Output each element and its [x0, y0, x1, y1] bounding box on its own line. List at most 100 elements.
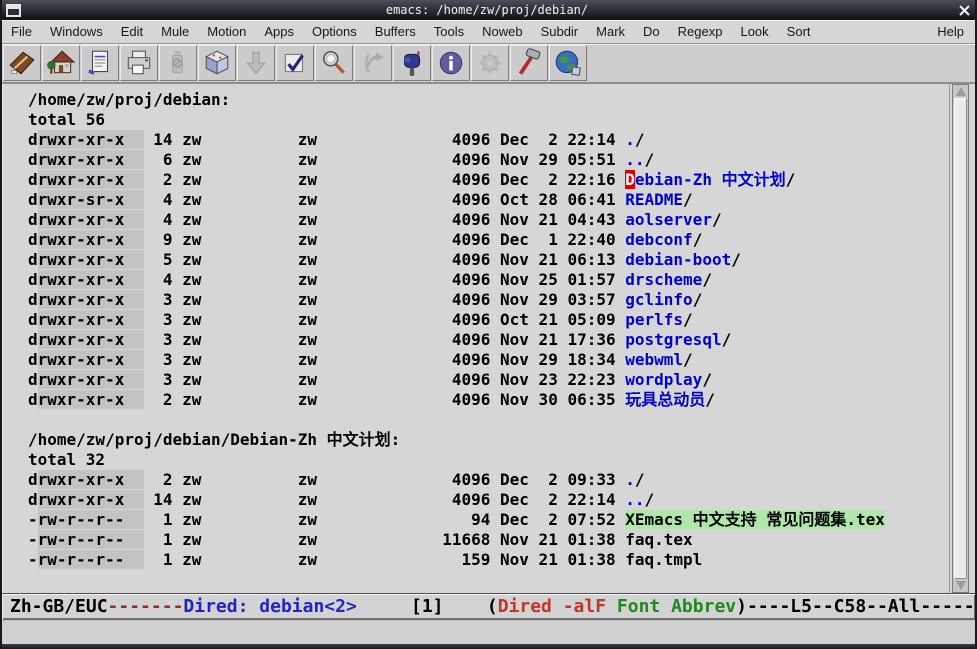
- print-icon: [124, 48, 154, 78]
- dired-row-text: -: [28, 530, 38, 549]
- dired-row-text: 14 zw zw 4096 Dec 2 22:14: [144, 490, 626, 509]
- dired-row-text: rwxr-xr-x: [38, 390, 144, 409]
- info-icon: [436, 48, 466, 78]
- menu-item-sort[interactable]: Sort: [778, 20, 820, 43]
- dired-row[interactable]: drwxr-xr-x 2 zw zw 4096 Dec 2 22:16 Debi…: [28, 170, 949, 190]
- dired-row-text: /: [683, 190, 693, 209]
- dired-row-text: /: [705, 390, 715, 409]
- xemacs-frame: emacs: /home/zw/proj/debian/ FileWindows…: [0, 0, 977, 649]
- dired-row-text: d: [28, 250, 38, 269]
- dired-row[interactable]: drwxr-xr-x 4 zw zw 4096 Nov 21 04:43 aol…: [28, 210, 949, 230]
- dired-row-text: 14 zw zw 4096 Dec 2 22:14: [144, 130, 626, 149]
- menu-item-windows[interactable]: Windows: [41, 20, 112, 43]
- scrollbar-down-arrow[interactable]: [953, 579, 968, 592]
- paste-button[interactable]: [237, 45, 275, 81]
- dired-row-text: drscheme: [625, 270, 702, 289]
- menu-item-apps[interactable]: Apps: [255, 20, 303, 43]
- dired-row[interactable]: drwxr-xr-x 9 zw zw 4096 Dec 1 22:40 debc…: [28, 230, 949, 250]
- menu-item-mule[interactable]: Mule: [152, 20, 198, 43]
- menu-item-buffers[interactable]: Buffers: [366, 20, 425, 43]
- dired-row-text: D: [625, 170, 635, 189]
- dired-row[interactable]: drwxr-xr-x 14 zw zw 4096 Dec 2 22:14 ./: [28, 130, 949, 150]
- cut-button[interactable]: [198, 45, 236, 81]
- menu-item-help[interactable]: Help: [926, 20, 975, 43]
- dired-path-header-text: /home/zw/proj/debian:: [28, 90, 230, 109]
- dired-row-text: d: [28, 150, 38, 169]
- dired-row-text: /: [702, 370, 712, 389]
- menubar: FileWindowsEditMuleMotionAppsOptionsBuff…: [2, 20, 975, 44]
- menu-item-tools[interactable]: Tools: [425, 20, 473, 43]
- dired-row[interactable]: drwxr-xr-x 2 zw zw 4096 Dec 2 09:33 ./: [28, 470, 949, 490]
- dired-row[interactable]: drwxr-sr-x 4 zw zw 4096 Oct 28 06:41 REA…: [28, 190, 949, 210]
- dired-row-text: 3 zw zw 4096 Nov 21 17:36: [144, 330, 626, 349]
- dired-row-text: rwxr-xr-x: [38, 170, 144, 189]
- echo-area[interactable]: [2, 620, 975, 644]
- dired-row-text: /: [635, 470, 645, 489]
- scrollbar-up-arrow[interactable]: [953, 85, 968, 98]
- dired-row[interactable]: drwxr-xr-x 3 zw zw 4096 Nov 29 03:57 gcl…: [28, 290, 949, 310]
- dired-row[interactable]: drwxr-xr-x 4 zw zw 4096 Nov 25 01:57 drs…: [28, 270, 949, 290]
- blank-line: [28, 410, 949, 430]
- dired-row-text: perlfs: [625, 310, 683, 329]
- dired-button[interactable]: [42, 45, 80, 81]
- dired-row-text: rwxr-xr-x: [38, 130, 144, 149]
- menu-item-options[interactable]: Options: [303, 20, 366, 43]
- scrollbar-thumb[interactable]: [954, 98, 967, 579]
- dired-row[interactable]: -rw-r--r-- 1 zw zw 159 Nov 21 01:38 faq.…: [28, 550, 949, 570]
- compile-button[interactable]: [471, 45, 509, 81]
- scrollbar[interactable]: [949, 84, 975, 593]
- dired-row-text: debconf: [625, 230, 692, 249]
- search-button[interactable]: [315, 45, 353, 81]
- menu-item-motion[interactable]: Motion: [198, 20, 255, 43]
- mail-button[interactable]: [393, 45, 431, 81]
- news-button[interactable]: [549, 45, 587, 81]
- info-button[interactable]: [432, 45, 470, 81]
- menu-item-mark[interactable]: Mark: [587, 20, 634, 43]
- dired-row[interactable]: drwxr-xr-x 3 zw zw 4096 Nov 29 18:34 web…: [28, 350, 949, 370]
- search-icon: [319, 48, 349, 78]
- dired-row-text: d: [28, 170, 38, 189]
- dired-row[interactable]: -rw-r--r-- 1 zw zw 94 Dec 2 07:52 XEmacs…: [28, 510, 949, 530]
- menu-item-edit[interactable]: Edit: [112, 20, 152, 43]
- dired-row-text: d: [28, 490, 38, 509]
- modeline-segment: [606, 596, 617, 617]
- dired-row-text: rwxr-xr-x: [38, 370, 144, 389]
- dired-row-text: webwml: [625, 350, 683, 369]
- dired-row-text: faq.tmpl: [625, 550, 702, 569]
- dired-total-line: total 32: [28, 450, 949, 470]
- dired-row-text: 1 zw zw 94 Dec 2 07:52: [144, 510, 626, 529]
- replace-button[interactable]: [354, 45, 392, 81]
- open-button[interactable]: [3, 45, 41, 81]
- menu-item-regexp[interactable]: Regexp: [669, 20, 732, 43]
- dired-row[interactable]: drwxr-xr-x 14 zw zw 4096 Dec 2 22:14 ../: [28, 490, 949, 510]
- dired-row-text: /: [635, 130, 645, 149]
- debug-button[interactable]: [510, 45, 548, 81]
- menu-item-noweb[interactable]: Noweb: [473, 20, 531, 43]
- menu-item-subdir[interactable]: Subdir: [532, 20, 588, 43]
- dired-row[interactable]: drwxr-xr-x 3 zw zw 4096 Nov 23 22:23 wor…: [28, 370, 949, 390]
- menu-item-file[interactable]: File: [2, 20, 41, 43]
- dired-row-text: d: [28, 350, 38, 369]
- dired-buffer[interactable]: /home/zw/proj/debian:total 56drwxr-xr-x …: [3, 84, 949, 593]
- scrollbar-trough[interactable]: [952, 84, 969, 593]
- menu-item-look[interactable]: Look: [731, 20, 777, 43]
- dired-row-text: .: [625, 470, 635, 489]
- undo-button[interactable]: [159, 45, 197, 81]
- debug-icon: [514, 48, 544, 78]
- dired-row-text: 2 zw zw 4096 Nov 30 06:35: [144, 390, 626, 409]
- dired-row-text: /: [731, 250, 741, 269]
- dired-path-header: /home/zw/proj/debian:: [28, 90, 949, 110]
- dired-row[interactable]: drwxr-xr-x 2 zw zw 4096 Nov 30 06:35 玩具总…: [28, 390, 949, 410]
- spell-button[interactable]: [276, 45, 314, 81]
- dired-row[interactable]: -rw-r--r-- 1 zw zw 11668 Nov 21 01:38 fa…: [28, 530, 949, 550]
- save-button[interactable]: [81, 45, 119, 81]
- dired-row[interactable]: drwxr-xr-x 3 zw zw 4096 Nov 21 17:36 pos…: [28, 330, 949, 350]
- dired-row[interactable]: drwxr-xr-x 3 zw zw 4096 Oct 21 05:09 per…: [28, 310, 949, 330]
- close-icon[interactable]: [953, 0, 975, 20]
- print-button[interactable]: [120, 45, 158, 81]
- menu-item-do[interactable]: Do: [634, 20, 669, 43]
- window-menu-icon[interactable]: [6, 4, 21, 17]
- dired-row[interactable]: drwxr-xr-x 5 zw zw 4096 Nov 21 06:13 deb…: [28, 250, 949, 270]
- dired-row[interactable]: drwxr-xr-x 6 zw zw 4096 Nov 29 05:51 ../: [28, 150, 949, 170]
- modeline: Zh-GB/EUC-------Dired: debian<2> [1] (Di…: [2, 593, 975, 620]
